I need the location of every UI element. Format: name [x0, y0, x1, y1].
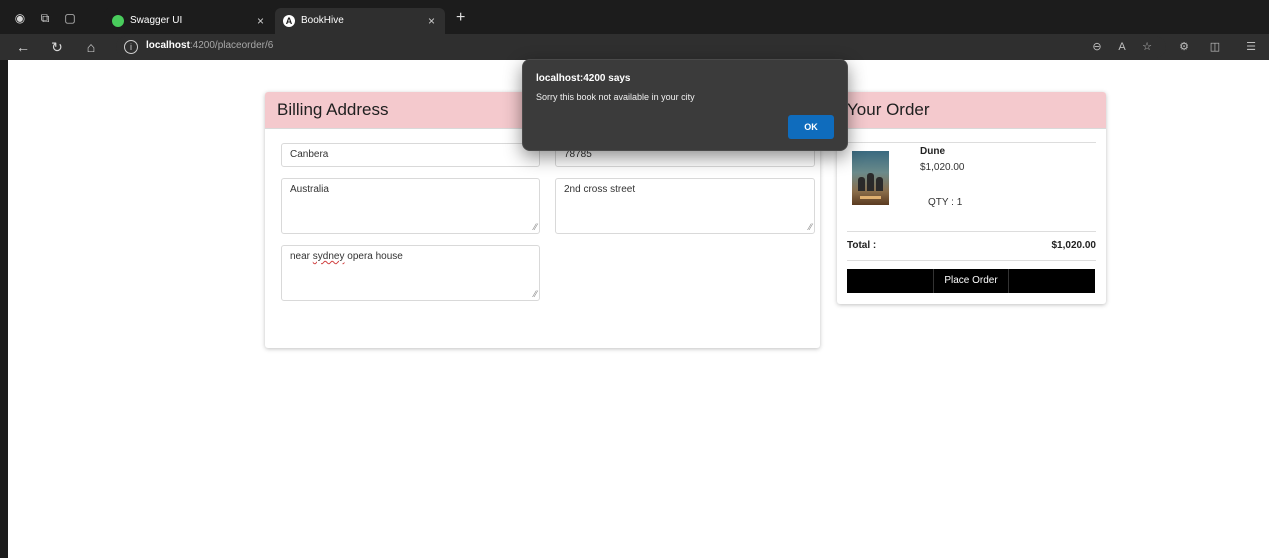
street-textarea[interactable]: 2nd cross street ⁄⁄: [555, 178, 815, 234]
tab-bookhive[interactable]: A BookHive ×: [275, 8, 445, 34]
site-info-icon[interactable]: i: [124, 40, 138, 54]
alert-ok-button[interactable]: OK: [788, 115, 834, 139]
url-host: localhost: [146, 40, 190, 51]
street-value: 2nd cross street: [564, 184, 636, 195]
swagger-favicon-icon: [112, 15, 124, 27]
url-text[interactable]: localhost:4200/placeorder/6: [146, 40, 273, 51]
browser-tab-bar: ◉ ⧉ ▢ Swagger UI × A BookHive × +: [0, 0, 1269, 34]
favorites-list-icon[interactable]: ☰: [1243, 39, 1259, 55]
tab-close-icon[interactable]: ×: [428, 8, 435, 34]
tab-close-icon[interactable]: ×: [257, 8, 264, 34]
window-left-edge: [0, 60, 8, 558]
landmark-textarea[interactable]: near sydney opera house ⁄⁄: [281, 245, 540, 301]
book-cover-image: [852, 151, 889, 205]
url-path: :4200/placeorder/6: [189, 40, 274, 51]
landmark-misspelled-word: sydney: [312, 251, 345, 262]
landmark-suffix: opera house: [344, 251, 403, 262]
alert-title: localhost:4200 says: [536, 73, 631, 84]
address-bar[interactable]: i localhost:4200/placeorder/6: [116, 36, 1166, 58]
total-label: Total :: [847, 240, 877, 251]
place-order-label: Place Order: [933, 269, 1009, 293]
book-quantity: QTY : 1: [928, 197, 963, 208]
divider: [847, 260, 1096, 261]
back-icon[interactable]: ←: [15, 39, 31, 55]
book-price: $1,020.00: [920, 162, 965, 173]
tab-actions-icon[interactable]: ▢: [63, 11, 77, 25]
read-aloud-icon[interactable]: A: [1114, 39, 1130, 55]
tab-swagger-ui[interactable]: Swagger UI ×: [104, 8, 274, 34]
favorite-star-icon[interactable]: ☆: [1139, 39, 1155, 55]
resize-handle-icon[interactable]: ⁄⁄: [534, 223, 537, 232]
profile-icon[interactable]: ◉: [13, 11, 27, 25]
resize-handle-icon[interactable]: ⁄⁄: [809, 223, 812, 232]
reload-icon[interactable]: ↻: [49, 39, 65, 55]
city-input[interactable]: Canbera: [281, 143, 540, 167]
tab-title: BookHive: [301, 15, 344, 26]
home-icon[interactable]: ⌂: [83, 39, 99, 55]
browser-toolbar: ← ↻ ⌂ i localhost:4200/placeorder/6 ⊖ A …: [0, 34, 1269, 60]
workspaces-icon[interactable]: ⧉: [38, 11, 52, 25]
country-value: Australia: [290, 184, 329, 195]
alert-dialog: localhost:4200 says Sorry this book not …: [522, 59, 848, 151]
extensions-icon[interactable]: ⚙: [1176, 39, 1192, 55]
divider: [847, 142, 1096, 143]
angular-favicon-icon: A: [283, 15, 295, 27]
zoom-icon[interactable]: ⊖: [1089, 39, 1105, 55]
place-order-button[interactable]: Place Order: [847, 269, 1095, 293]
tab-title: Swagger UI: [130, 15, 183, 26]
book-title: Dune: [920, 146, 945, 157]
alert-message: Sorry this book not available in your ci…: [536, 92, 695, 102]
split-screen-icon[interactable]: ◫: [1207, 39, 1223, 55]
new-tab-button[interactable]: +: [456, 10, 465, 26]
divider: [847, 231, 1096, 232]
your-order-card: Your Order Dune $1,020.00 QTY : 1 Total …: [837, 92, 1106, 304]
country-textarea[interactable]: Australia ⁄⁄: [281, 178, 540, 234]
your-order-heading: Your Order: [837, 92, 1106, 129]
total-value: $1,020.00: [1051, 240, 1097, 251]
resize-handle-icon[interactable]: ⁄⁄: [534, 290, 537, 299]
city-value: Canbera: [290, 149, 329, 160]
landmark-prefix: near: [290, 251, 313, 262]
